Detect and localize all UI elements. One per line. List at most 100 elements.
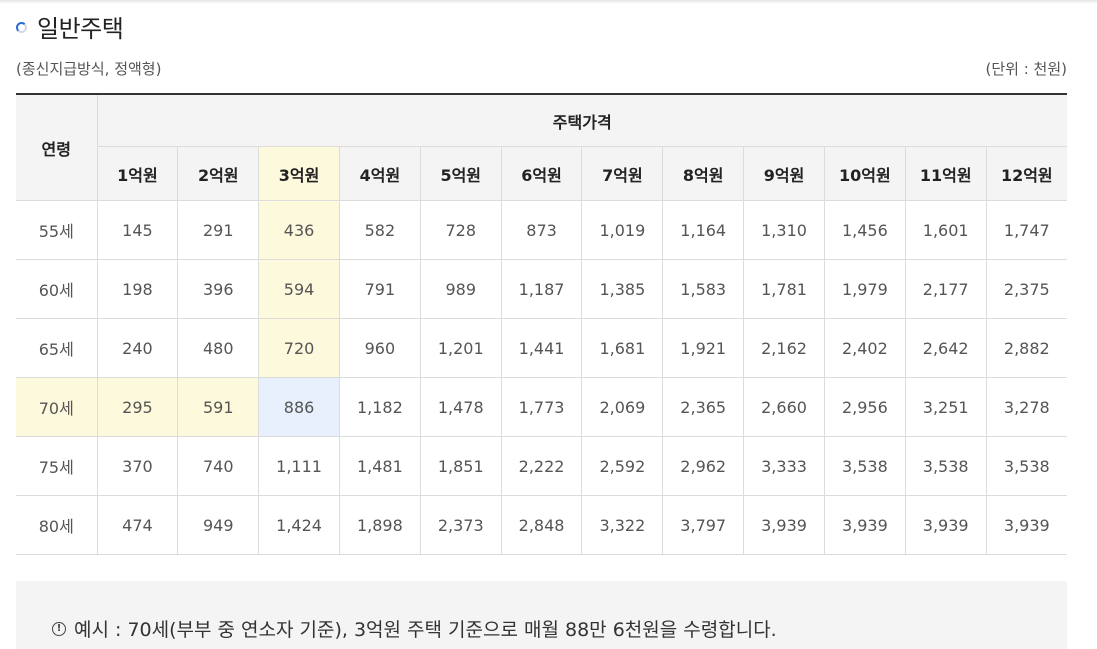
amount-cell: 370	[96, 436, 179, 496]
price-column-header: 2억원	[177, 146, 260, 201]
amount-cell: 198	[96, 259, 179, 319]
amount-cell: 2,365	[662, 377, 745, 437]
amount-cell: 1,019	[581, 200, 664, 260]
amount-cell: 1,773	[500, 377, 583, 437]
table-row: 80세 474 949 1,424 1,898 2,373 2,848 3,322 3,797 3…	[16, 495, 1067, 555]
price-column-header: 8억원	[662, 146, 745, 201]
amount-cell: 886	[258, 377, 340, 437]
section-title: 일반주택	[37, 14, 124, 43]
amount-cell: 1,478	[419, 377, 502, 437]
amount-cell: 1,851	[419, 436, 502, 496]
amount-cell: 989	[419, 259, 502, 319]
top-divider	[0, 0, 1097, 4]
amount-cell: 2,660	[743, 377, 825, 437]
amount-cell: 960	[338, 318, 421, 378]
example-text: 예시 : 70세(부부 중 연소자 기준), 3억원 주택 기준으로 매월 88…	[74, 619, 777, 641]
age-cell: 75세	[16, 436, 98, 496]
price-column-header: 12억원	[985, 146, 1067, 201]
amount-cell: 2,373	[419, 495, 502, 555]
amount-cell: 873	[500, 200, 583, 260]
section-header: 일반주택	[16, 8, 124, 44]
page: 일반주택 (종신지급방식, 정액형) (단위 : 천원) 연령 주택가격 1억원…	[0, 0, 1097, 649]
amount-cell: 3,538	[823, 436, 906, 496]
amount-cell: 3,333	[743, 436, 825, 496]
amount-cell: 591	[177, 377, 260, 437]
age-cell: 65세	[16, 318, 98, 378]
amount-cell: 2,962	[662, 436, 745, 496]
unit-note: (단위 : 천원)	[985, 60, 1068, 78]
amount-cell: 582	[338, 200, 421, 260]
amount-cell: 1,898	[338, 495, 421, 555]
bullet-circle-icon	[16, 21, 27, 33]
amount-cell: 594	[258, 259, 340, 319]
amount-cell: 3,322	[581, 495, 664, 555]
amount-cell: 1,979	[823, 259, 906, 319]
amount-cell: 3,797	[662, 495, 745, 555]
amount-cell: 1,385	[581, 259, 664, 319]
amount-cell: 2,956	[823, 377, 906, 437]
method-note: (종신지급방식, 정액형)	[16, 60, 162, 78]
amount-cell: 1,583	[662, 259, 745, 319]
amount-cell: 3,939	[823, 495, 906, 555]
price-column-header: 6억원	[500, 146, 583, 201]
amount-cell: 2,848	[500, 495, 583, 555]
amount-cell: 3,278	[985, 377, 1067, 437]
amount-cell: 3,251	[904, 377, 987, 437]
amount-cell: 3,939	[985, 495, 1067, 555]
amount-cell: 740	[177, 436, 260, 496]
table-row: 55세 145 291 436 582 728 873 1,019 1,164 1,310 1,45…	[16, 200, 1067, 260]
amount-cell: 2,177	[904, 259, 987, 319]
amount-cell: 2,162	[743, 318, 825, 378]
amount-cell: 1,310	[743, 200, 825, 260]
price-column-header: 5억원	[419, 146, 502, 201]
table-row: 65세 240 480 720 960 1,201 1,441 1,681 1,921 2,162…	[16, 318, 1067, 378]
price-column-header: 1억원	[97, 146, 179, 201]
amount-cell: 1,164	[662, 200, 745, 260]
age-header: 연령	[16, 93, 98, 201]
amount-cell: 2,402	[823, 318, 906, 378]
amount-cell: 145	[96, 200, 179, 260]
age-cell: 60세	[16, 259, 98, 319]
amount-cell: 2,375	[985, 259, 1067, 319]
example-box: ! 예시 : 70세(부부 중 연소자 기준), 3억원 주택 기준으로 매월 …	[16, 581, 1067, 649]
info-circle-icon: !	[52, 621, 66, 636]
amount-cell: 2,882	[985, 318, 1067, 378]
amount-cell: 1,747	[985, 200, 1067, 260]
amount-cell: 1,601	[904, 200, 987, 260]
amount-cell: 2,592	[581, 436, 664, 496]
age-cell: 55세	[16, 200, 98, 260]
amount-cell: 474	[96, 495, 179, 555]
table-row: 75세 370 740 1,111 1,481 1,851 2,222 2,592 2,962 3…	[16, 436, 1067, 496]
price-column-header: 3억원	[258, 146, 340, 201]
age-cell: 80세	[16, 495, 98, 555]
amount-cell: 3,939	[904, 495, 987, 555]
amount-cell: 1,424	[258, 495, 340, 555]
example-line: ! 예시 : 70세(부부 중 연소자 기준), 3억원 주택 기준으로 매월 …	[52, 615, 777, 642]
amount-cell: 728	[419, 200, 502, 260]
amount-cell: 1,456	[823, 200, 906, 260]
price-column-header: 7억원	[581, 146, 664, 201]
pension-table: 연령 주택가격 1억원 2억원 3억원 4억원 5억원 6억원 7억원 8억원 9억원 10억원 1…	[16, 93, 1067, 555]
amount-cell: 1,111	[258, 436, 340, 496]
price-column-header: 4억원	[338, 146, 421, 201]
price-header: 주택가격	[96, 93, 1067, 147]
amount-cell: 291	[177, 200, 260, 260]
amount-cell: 2,069	[581, 377, 664, 437]
amount-cell: 240	[96, 318, 179, 378]
amount-cell: 1,187	[500, 259, 583, 319]
amount-cell: 2,642	[904, 318, 987, 378]
amount-cell: 3,538	[904, 436, 987, 496]
price-column-header: 9억원	[743, 146, 825, 201]
amount-cell: 1,441	[500, 318, 583, 378]
amount-cell: 436	[258, 200, 340, 260]
amount-cell: 2,222	[500, 436, 583, 496]
amount-cell: 295	[96, 377, 179, 437]
table-row: 60세 198 396 594 791 989 1,187 1,385 1,583 1,781 1,…	[16, 259, 1067, 319]
amount-cell: 1,182	[338, 377, 421, 437]
amount-cell: 480	[177, 318, 260, 378]
price-column-header: 11억원	[904, 146, 987, 201]
amount-cell: 1,481	[338, 436, 421, 496]
table-row: 70세 295 591 886 1,182 1,478 1,773 2,069 2,365 2,6…	[16, 377, 1067, 437]
amount-cell: 1,201	[419, 318, 502, 378]
amount-cell: 1,681	[581, 318, 664, 378]
